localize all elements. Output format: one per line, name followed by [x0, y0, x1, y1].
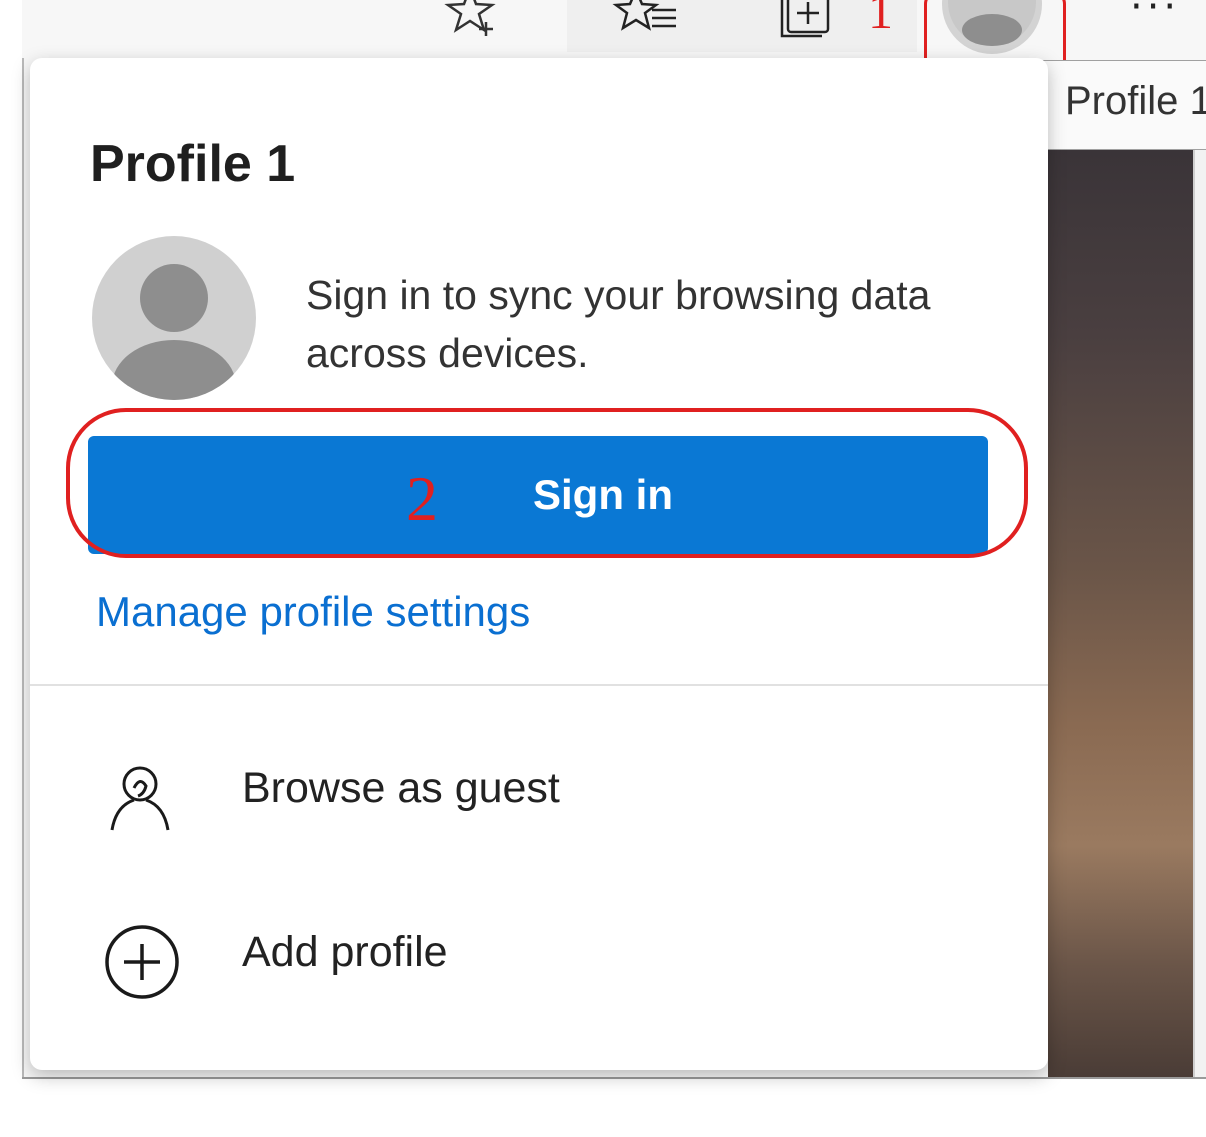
page-scrollbar[interactable] [1193, 150, 1206, 1078]
collections-icon[interactable] [774, 0, 838, 40]
profile-name: Profile 1 [90, 135, 296, 193]
divider [30, 684, 1048, 686]
profile-tooltip: Profile 1 [1036, 60, 1206, 150]
favorites-icon[interactable] [612, 0, 682, 40]
profile-flyout: Profile 1 Sign in to sync your browsing … [30, 58, 1048, 1070]
annotation-highlight-sign-in [66, 408, 1028, 558]
menu-item-label: Browse as guest [242, 764, 560, 812]
annotation-step-1: 1 [868, 0, 893, 39]
manage-profile-settings-link[interactable]: Manage profile settings [96, 588, 530, 636]
guest-icon [100, 758, 184, 842]
page-background-image [1048, 150, 1193, 1078]
more-options-icon[interactable]: ··· [1130, 0, 1180, 30]
browser-toolbar: 1 ··· [22, 0, 1206, 82]
add-profile-icon [100, 920, 184, 1004]
window-border-bottom [22, 1077, 1206, 1079]
add-favorite-icon[interactable] [442, 0, 502, 40]
avatar [92, 236, 256, 400]
window-border [22, 0, 24, 1078]
menu-item-label: Add profile [242, 928, 448, 976]
menu-item-browse-as-guest[interactable]: Browse as guest [30, 738, 1048, 858]
sync-message: Sign in to sync your browsing data acros… [306, 272, 931, 376]
menu-item-add-profile[interactable]: Add profile [30, 904, 1048, 1024]
